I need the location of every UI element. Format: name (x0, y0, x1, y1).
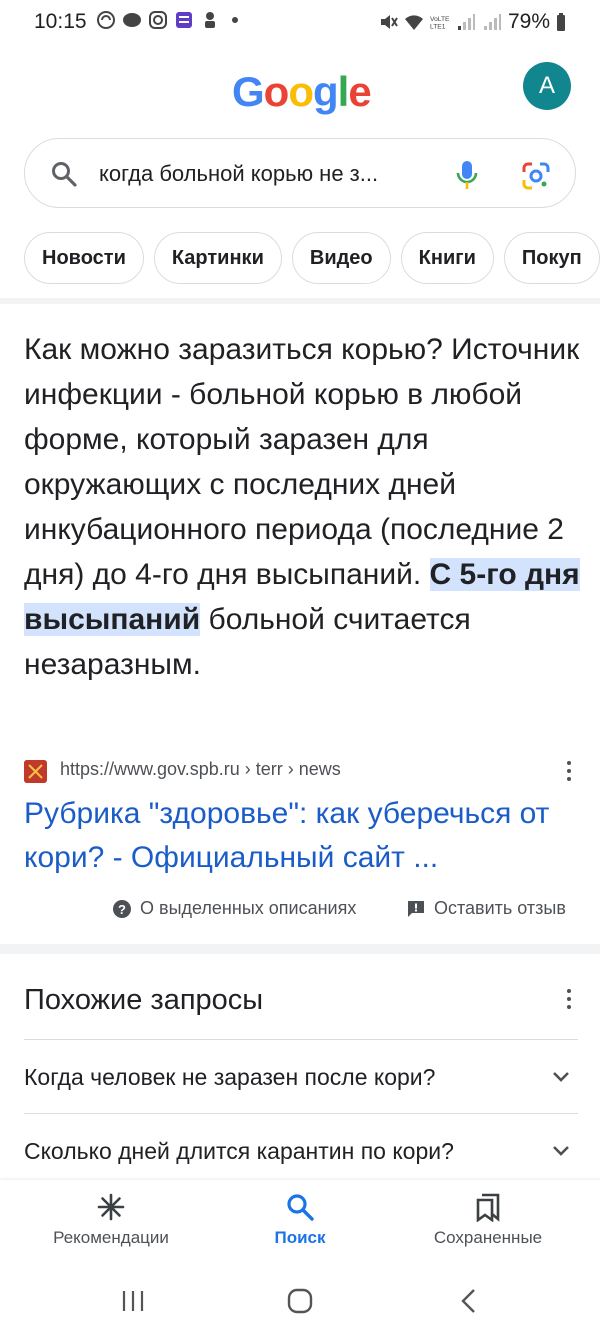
search-icon (287, 1194, 314, 1221)
feedback-link[interactable]: Оставить отзыв (406, 898, 566, 919)
microphone-icon[interactable] (453, 159, 481, 191)
system-navigation-bar (0, 1270, 600, 1332)
search-box[interactable]: когда больной корью не з... (24, 138, 576, 208)
recent-apps-icon[interactable] (118, 1286, 148, 1316)
nav-search[interactable]: Поиск (210, 1192, 390, 1248)
bookmarks-icon (476, 1193, 500, 1222)
google-lens-icon[interactable] (521, 161, 551, 191)
lte-icon: VoLTELTE1 (430, 16, 450, 31)
app-icon (205, 12, 215, 28)
chip-shopping[interactable]: Покуп (503, 232, 600, 284)
signal-icon-2 (483, 14, 501, 30)
source-url: https://www.gov.spb.ru › terr › news (60, 759, 341, 779)
bottom-navigation: Рекомендации Поиск Сохраненные (0, 1180, 600, 1270)
instagram-icon (149, 11, 167, 29)
chevron-down-icon (553, 1146, 569, 1156)
chip-books[interactable]: Книги (400, 232, 494, 284)
search-input[interactable]: когда больной корью не з... (99, 161, 378, 187)
divider (0, 298, 600, 304)
result-title-link[interactable]: Рубрика "здоровье": как уберечься от кор… (24, 792, 564, 880)
related-item-label: Сколько дней длится карантин по кори? (24, 1138, 454, 1164)
system-status-icons: VoLTE LTE1 79% (378, 10, 566, 34)
tasks-icon (176, 12, 192, 28)
battery-percent: 79% (507, 10, 550, 33)
google-logo[interactable]: Google (232, 68, 372, 116)
nav-saved[interactable]: Сохраненные (398, 1192, 578, 1248)
home-icon[interactable] (285, 1286, 315, 1316)
snippet-footer: ? О выделенных описаниях Оставить отзыв (0, 898, 600, 924)
svg-text:?: ? (118, 902, 126, 917)
back-icon[interactable] (454, 1286, 484, 1316)
search-icon (52, 162, 77, 187)
about-featured-snippets-link[interactable]: ? О выделенных описаниях (112, 898, 356, 919)
svg-text:LTE1: LTE1 (430, 24, 446, 31)
svg-text:VoLTE: VoLTE (430, 16, 450, 23)
more-notifications-dot (232, 17, 238, 23)
avatar[interactable]: A (523, 62, 571, 110)
featured-snippet-text: Как можно заразиться корью? Источник инф… (24, 327, 580, 687)
nav-saved-label: Сохраненные (433, 1228, 543, 1247)
wifi-icon (404, 15, 423, 30)
signal-icon-1 (457, 14, 475, 30)
nav-search-label: Поиск (274, 1228, 326, 1247)
divider (0, 944, 600, 954)
mute-icon (380, 15, 398, 29)
related-item[interactable]: Сколько дней длится карантин по кори? (24, 1113, 578, 1187)
related-item[interactable]: Когда человек не заразен после кори? (24, 1039, 578, 1113)
nav-recommendations[interactable]: Рекомендации (21, 1192, 201, 1248)
feedback-icon (408, 900, 424, 917)
related-more-options-icon[interactable] (566, 988, 572, 1010)
notification-icons (96, 10, 238, 30)
sync-icon (97, 11, 115, 29)
more-options-icon[interactable] (566, 760, 572, 782)
chat-icon (123, 13, 141, 27)
site-favicon-icon (24, 760, 47, 783)
chevron-down-icon (553, 1072, 569, 1082)
about-featured-snippets-label: О выделенных описаниях (140, 898, 357, 918)
chip-video[interactable]: Видео (291, 232, 391, 284)
battery-icon (557, 13, 565, 31)
source-row[interactable]: https://www.gov.spb.ru › terr › news (24, 758, 580, 784)
asterisk-icon (97, 1193, 125, 1221)
status-time: 10:15 (34, 10, 87, 33)
nav-recommendations-label: Рекомендации (53, 1228, 169, 1247)
help-icon: ? (113, 899, 131, 918)
snippet-text-before: Как можно заразиться корью? Источник инф… (24, 333, 580, 591)
related-searches-title: Похожие запросы (24, 984, 264, 1016)
related-item-label: Когда человек не заразен после кори? (24, 1064, 436, 1090)
filter-chips: Новости Картинки Видео Книги Покуп (24, 232, 600, 286)
feedback-label: Оставить отзыв (434, 898, 566, 918)
status-bar: 10:15 VoLTE LTE1 79% (0, 0, 600, 46)
chip-news[interactable]: Новости (24, 232, 144, 284)
chip-images[interactable]: Картинки (153, 232, 282, 284)
